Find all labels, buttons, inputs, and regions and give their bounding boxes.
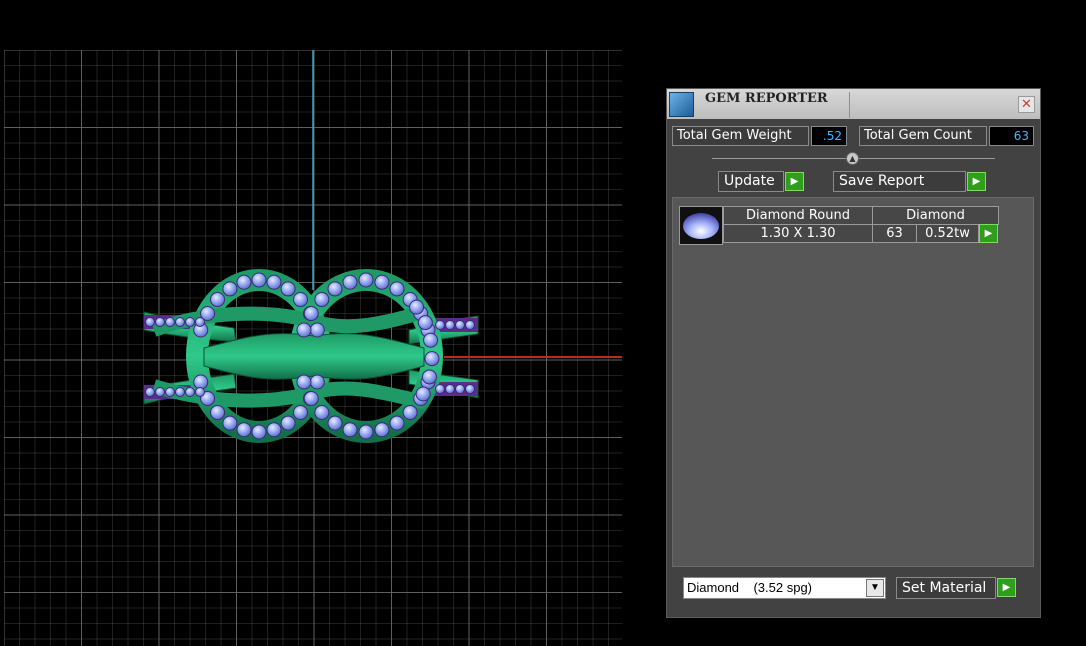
- total-gem-weight-label: Total Gem Weight: [672, 126, 809, 146]
- diamond-stone: [296, 374, 312, 390]
- diamond-stone: [292, 404, 308, 420]
- diamond-stone: [296, 322, 312, 338]
- total-gem-count-value: 63: [989, 126, 1034, 146]
- gem-list: Diamond Round Diamond 1.30 X 1.30 63 0.5…: [672, 197, 1034, 567]
- diamond-stone: [309, 322, 325, 338]
- save-report-button[interactable]: Save Report: [833, 171, 966, 192]
- diamond-stone: [165, 317, 175, 327]
- diamond-stone: [465, 320, 475, 330]
- diamond-stone: [236, 422, 252, 438]
- diamond-stone: [251, 272, 267, 288]
- diamond-stone: [409, 299, 425, 315]
- gem-thumbnail-icon: [679, 206, 723, 245]
- gem-weight-cell: 0.52tw: [916, 224, 979, 243]
- diamond-stone: [155, 317, 165, 327]
- diamond-stone: [417, 315, 433, 331]
- diamond-stone: [145, 317, 155, 327]
- diamond-stone: [266, 274, 282, 290]
- diamond-stone: [314, 292, 330, 308]
- gem-reporter-panel: GEM REPORTER ✕ Total Gem Weight .52 Tota…: [666, 88, 1041, 618]
- update-play-icon[interactable]: ▶: [785, 172, 804, 191]
- diamond-stone: [175, 387, 185, 397]
- diamond-stone: [374, 422, 390, 438]
- set-material-button[interactable]: Set Material: [896, 577, 996, 599]
- gem-reporter-titlebar[interactable]: GEM REPORTER ✕: [667, 89, 1040, 119]
- diamond-stone: [222, 281, 238, 297]
- diamond-stone: [195, 317, 205, 327]
- diamond-stone: [421, 369, 437, 385]
- diamond-stone: [342, 422, 358, 438]
- diamond-stone: [193, 374, 209, 390]
- diamond-stone: [389, 415, 405, 431]
- 3d-viewport[interactable]: [4, 50, 622, 646]
- diamond-stone: [358, 424, 374, 440]
- diamond-stone: [292, 292, 308, 308]
- chevron-down-icon[interactable]: ▼: [866, 579, 884, 597]
- diamond-stone: [280, 281, 296, 297]
- gem-material-cell: Diamond: [872, 206, 999, 225]
- diamond-stone: [303, 306, 319, 322]
- diamond-stone: [210, 404, 226, 420]
- diamond-stone: [185, 387, 195, 397]
- diamond-stone: [309, 374, 325, 390]
- set-material-play-icon[interactable]: ▶: [997, 578, 1016, 597]
- diamond-stone: [435, 320, 445, 330]
- diamond-stone: [165, 387, 175, 397]
- diamond-stone: [465, 384, 475, 394]
- diamond-stone: [236, 274, 252, 290]
- update-button[interactable]: Update: [718, 171, 784, 192]
- total-gem-count-label: Total Gem Count: [859, 126, 987, 146]
- gem-count-cell: 63: [872, 224, 917, 243]
- diamond-stone: [222, 415, 238, 431]
- titlebar-divider: [849, 92, 850, 118]
- splitter-handle-icon[interactable]: ▲: [846, 152, 859, 165]
- diamond-stone: [327, 281, 343, 297]
- diamond-stone: [185, 317, 195, 327]
- diamond-stone: [435, 384, 445, 394]
- material-select-value: Diamond (3.52 spg): [687, 580, 813, 595]
- material-select[interactable]: Diamond (3.52 spg) ▼: [683, 577, 886, 599]
- panel-title: GEM REPORTER: [705, 91, 828, 106]
- diamond-stone: [358, 272, 374, 288]
- close-icon[interactable]: ✕: [1018, 96, 1035, 113]
- gem-shape-cell: Diamond Round: [723, 206, 873, 225]
- diamond-stone: [280, 415, 296, 431]
- save-report-play-icon[interactable]: ▶: [967, 172, 986, 191]
- diamond-stone: [415, 386, 431, 402]
- viewport-scene[interactable]: [4, 50, 622, 646]
- gem-reporter-app-icon: [669, 92, 694, 117]
- diamond-stone: [402, 404, 418, 420]
- diamond-stone: [175, 317, 185, 327]
- gem-row-play-icon[interactable]: ▶: [979, 224, 998, 243]
- diamond-stone: [455, 320, 465, 330]
- diamond-stone: [266, 422, 282, 438]
- diamond-stone: [195, 387, 205, 397]
- diamond-stone: [210, 292, 226, 308]
- diamond-stone: [314, 404, 330, 420]
- diamond-stone: [455, 384, 465, 394]
- diamond-stone: [155, 387, 165, 397]
- diamond-stone: [445, 320, 455, 330]
- diamond-stone: [251, 424, 267, 440]
- diamond-stone: [389, 281, 405, 297]
- total-gem-weight-value: .52: [811, 126, 847, 146]
- knot-center: [203, 332, 425, 380]
- diamond-stone: [445, 384, 455, 394]
- gem-size-cell: 1.30 X 1.30: [723, 224, 873, 243]
- diamond-stone: [424, 351, 440, 367]
- diamond-stone: [342, 274, 358, 290]
- diamond-stone: [423, 332, 439, 348]
- diamond-stone: [374, 274, 390, 290]
- diamond-stone: [303, 390, 319, 406]
- diamond-stone: [145, 387, 155, 397]
- diamond-stone: [327, 415, 343, 431]
